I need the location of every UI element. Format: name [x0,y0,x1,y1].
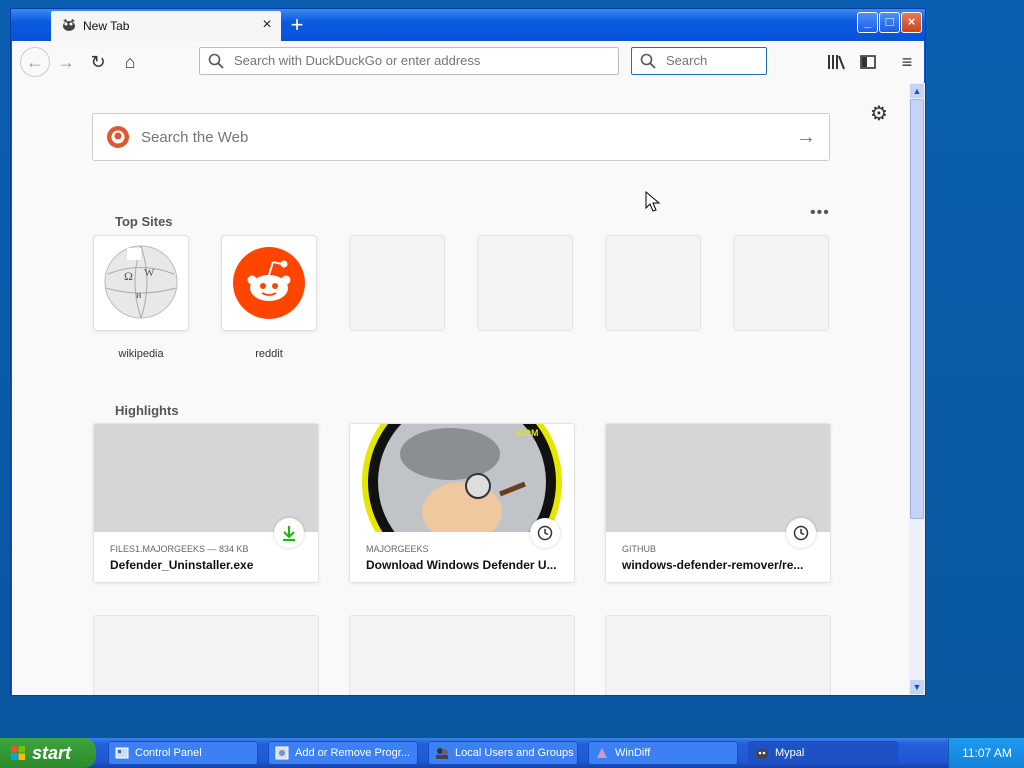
task-windiff[interactable]: WinDiff [588,741,738,765]
close-window-button[interactable]: × [901,12,922,33]
highlight-thumbnail [606,424,830,532]
highlights-title: Highlights [115,403,179,418]
task-label: WinDiff [615,747,651,759]
search-arrow-icon[interactable]: → [795,126,817,148]
highlight-context: GITHUB [622,544,657,554]
task-mypal[interactable]: Mypal [748,741,898,765]
start-button[interactable]: start [0,738,96,768]
top-site-label: reddit [255,348,283,360]
home-icon[interactable]: ⌂ [118,50,142,74]
scroll-down-icon[interactable]: ▼ [910,680,924,694]
users-icon [436,748,448,759]
highlight-context: FILES1.MAJORGEEKS — 834 KB [110,544,249,554]
highlight-card[interactable]: GITHUB windows-defender-remover/re... [605,423,831,583]
browser-window: New Tab × + _ □ × ← → ↻ ⌂ ≡ [10,8,926,696]
taskbar: start Control Panel Add or Remove Progr.… [0,738,1024,768]
wikipedia-logo-icon: Ω W и [104,245,178,319]
top-site-wikipedia[interactable]: Ω W и [93,235,189,331]
highlight-context: MAJORGEEKS [366,544,429,554]
top-site-reddit[interactable] [221,235,317,331]
top-site-placeholder [733,235,829,331]
web-search-input[interactable] [139,128,743,147]
search-bar[interactable] [631,47,767,75]
highlight-title: Download Windows Defender U... [366,558,557,572]
forward-arrow-icon[interactable]: → [54,50,78,74]
system-tray-clock: 11:07 AM [948,738,1024,768]
new-tab-button[interactable]: + [286,14,308,36]
svg-text:W: W [144,267,155,279]
new-tab-page: → ⚙ Top Sites ••• Ω W и wikipedia [12,83,909,695]
download-icon [274,518,304,548]
search-icon [640,53,656,69]
highlight-thumbnail [94,424,318,532]
task-label: Mypal [775,747,805,759]
top-site-placeholder [477,235,573,331]
vertical-scrollbar[interactable]: ▲ ▼ [909,83,925,695]
task-label: Add or Remove Progr... [295,747,410,759]
highlight-card[interactable]: FILES1.MAJORGEEKS — 834 KB Defender_Unin… [93,423,319,583]
clock-icon [530,518,560,548]
search-input[interactable] [664,52,758,69]
top-site-label: wikipedia [118,348,164,360]
highlight-placeholder [605,615,831,695]
nav-toolbar: ← → ↻ ⌂ ≡ [12,41,924,84]
top-sites-title: Top Sites [115,214,173,229]
minimize-button[interactable]: _ [857,12,878,33]
control-panel-icon [115,747,129,759]
svg-text:и: и [136,290,142,301]
url-input[interactable] [232,52,606,69]
tab-close-icon[interactable]: × [257,15,277,35]
svg-text:.COM: .COM [515,428,539,438]
mouse-cursor-icon [645,191,661,212]
highlight-card[interactable]: .COM MAJORGEEKS Download Windows Defende… [349,423,575,583]
scrollbar-thumb[interactable] [910,99,924,519]
back-arrow-icon[interactable]: ← [20,47,50,77]
task-label: Local Users and Groups [455,747,574,759]
majorgeeks-logo-icon: .COM [362,424,562,582]
mypal-favicon-icon [63,19,75,31]
tab-new-tab[interactable]: New Tab × [51,11,281,41]
highlight-placeholder [93,615,319,695]
maximize-button[interactable]: □ [879,12,900,33]
task-control-panel[interactable]: Control Panel [108,741,258,765]
highlight-placeholder [349,615,575,695]
mypal-icon [756,749,768,759]
add-remove-programs-icon [275,746,289,760]
top-site-placeholder [349,235,445,331]
reload-icon[interactable]: ↻ [86,50,110,74]
highlight-thumbnail: .COM [350,424,574,582]
url-bar[interactable] [199,47,619,75]
library-icon[interactable] [824,50,848,74]
sidebar-icon[interactable] [856,50,880,74]
highlight-title: windows-defender-remover/re... [622,558,804,572]
reddit-logo-icon [233,247,305,319]
task-local-users-groups[interactable]: Local Users and Groups [428,741,578,765]
svg-text:Ω: Ω [124,269,133,283]
tab-title: New Tab [83,19,130,33]
task-add-remove-programs[interactable]: Add or Remove Progr... [268,741,418,765]
duckduckgo-logo-icon [107,126,129,148]
windows-flag-icon [11,746,25,760]
web-search-box[interactable]: → [92,113,830,161]
start-label: start [32,743,72,763]
clock-icon [786,518,816,548]
top-site-placeholder [605,235,701,331]
scroll-up-icon[interactable]: ▲ [910,84,924,98]
search-icon [208,53,224,69]
highlight-title: Defender_Uninstaller.exe [110,558,254,572]
windiff-icon [597,748,607,758]
more-options-icon[interactable]: ••• [810,205,832,221]
task-label: Control Panel [135,747,202,759]
hamburger-menu-icon[interactable]: ≡ [895,50,919,74]
gear-icon[interactable]: ⚙ [868,103,890,125]
title-bar: New Tab × + _ □ × [11,9,925,41]
